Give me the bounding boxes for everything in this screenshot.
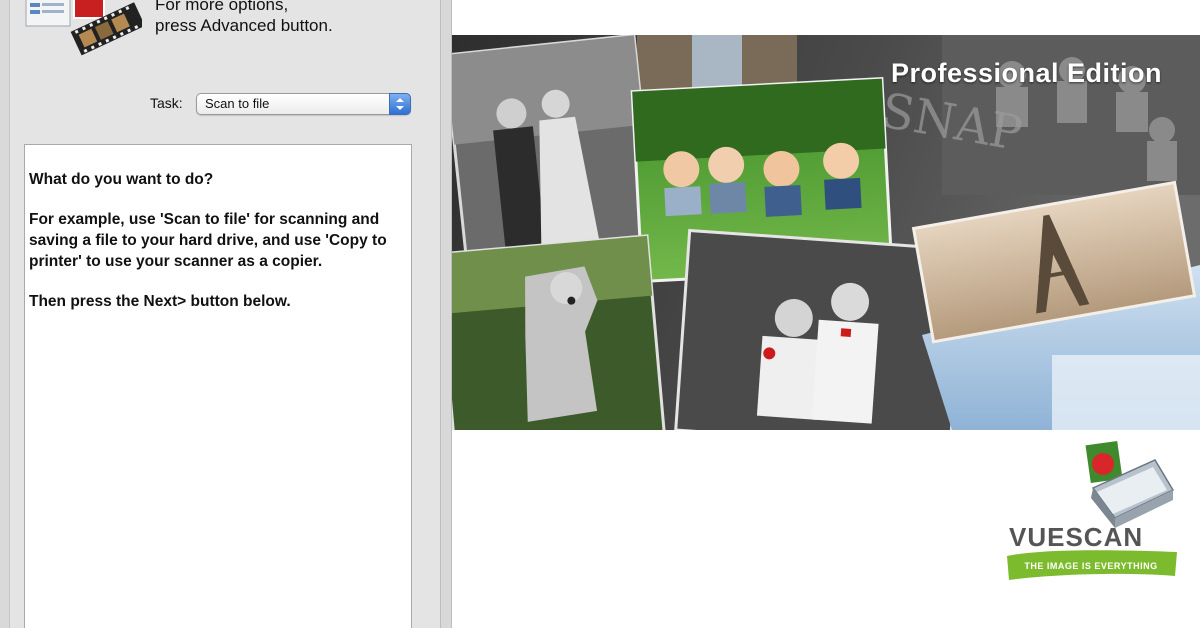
window-edge	[0, 0, 10, 628]
vuescan-logo: VUESCAN THE IMAGE IS EVERYTHING	[1005, 438, 1180, 585]
task-select[interactable]: Scan to file	[196, 93, 411, 115]
logo-word: VUESCAN	[1009, 522, 1144, 552]
instructions-next: Then press the Next> button below.	[29, 293, 291, 310]
instructions-example: For example, use 'Scan to file' for scan…	[29, 211, 387, 270]
options-panel: For more options, press Advanced button.…	[0, 0, 440, 628]
logo-tagline: THE IMAGE IS EVERYTHING	[1024, 561, 1158, 571]
scanner-film-icon	[22, 0, 146, 62]
photo-collage: SNAP Professional Edition	[452, 35, 1200, 430]
instructions-box: What do you want to do? For example, use…	[24, 144, 412, 628]
advanced-hint: For more options, press Advanced button.	[155, 0, 333, 35]
edition-title: Professional Edition	[890, 58, 1162, 88]
task-label: Task:	[150, 95, 183, 111]
collage-graphic: SNAP	[452, 35, 1200, 430]
select-stepper-icon	[389, 93, 411, 115]
instructions-question: What do you want to do?	[29, 171, 214, 188]
task-select-value: Scan to file	[205, 96, 270, 111]
split-view-divider[interactable]	[440, 0, 452, 628]
banner-panel: SNAP Professional Edition VUESCAN THE IM…	[452, 0, 1200, 628]
